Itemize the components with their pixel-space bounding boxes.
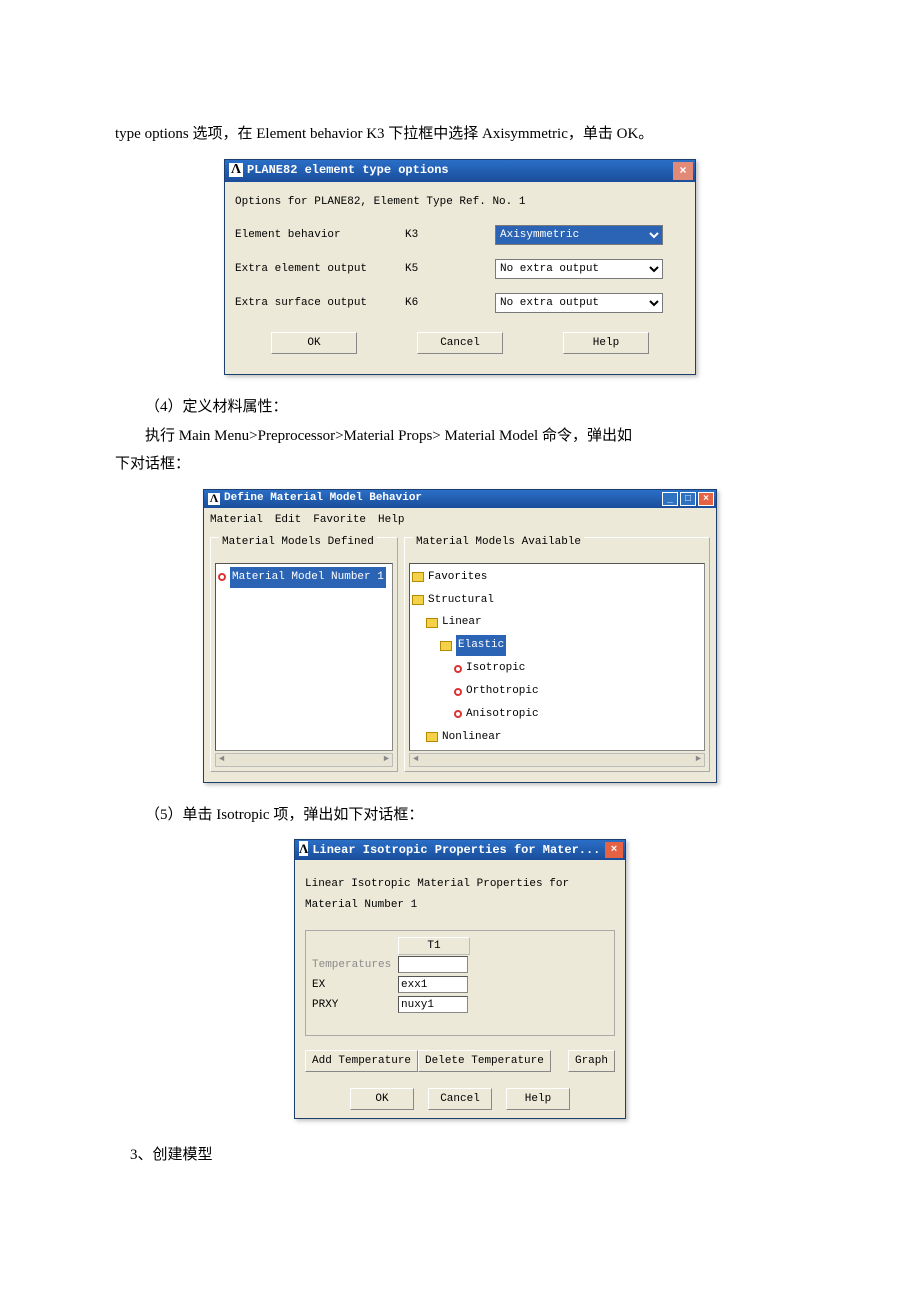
minimize-icon[interactable]: _: [662, 492, 678, 506]
list-defined[interactable]: Material Model Number 1: [215, 563, 393, 751]
close-icon[interactable]: ×: [605, 842, 623, 858]
select-k5[interactable]: No extra output: [495, 259, 663, 279]
add-temperature-button[interactable]: Add Temperature: [305, 1050, 418, 1072]
menu-material[interactable]: Material: [210, 510, 263, 531]
dialog-subtitle: Linear Isotropic Material Properties for…: [305, 874, 615, 916]
dialog-titlebar: Λ Define Material Model Behavior _ □ ×: [204, 490, 716, 508]
dialog-element-type-options: Λ PLANE82 element type options × Options …: [224, 159, 696, 376]
dialog-titlebar: Λ Linear Isotropic Properties for Mater..…: [295, 840, 625, 860]
lambda-icon: Λ: [299, 841, 308, 856]
help-button[interactable]: Help: [563, 332, 649, 354]
ok-button[interactable]: OK: [350, 1088, 414, 1110]
select-k6[interactable]: No extra output: [495, 293, 663, 313]
folder-icon: [412, 572, 424, 582]
lambda-icon: Λ: [208, 493, 220, 505]
property-grid: T1 Temperatures EX PRXY: [305, 930, 615, 1036]
tree-item-structural[interactable]: Structural: [428, 590, 494, 611]
opt-k-k5: K5: [405, 259, 495, 280]
close-icon[interactable]: ×: [673, 162, 693, 180]
node-icon: [218, 573, 226, 581]
opt-label-k3: Element behavior: [235, 225, 405, 246]
dialog-title-text: Define Material Model Behavior: [224, 488, 422, 509]
menu-favorite[interactable]: Favorite: [313, 510, 366, 531]
opt-k-k3: K3: [405, 225, 495, 246]
folder-icon: [440, 641, 452, 651]
panel-header: Material Models Defined: [219, 536, 377, 548]
cancel-button[interactable]: Cancel: [417, 332, 503, 354]
body-text: 3、创建模型: [115, 1141, 805, 1170]
panel-defined: Material Models Defined Material Model N…: [210, 537, 398, 772]
dialog-material-model-behavior: Λ Define Material Model Behavior _ □ × Ma…: [203, 489, 717, 783]
ok-button[interactable]: OK: [271, 332, 357, 354]
body-text: 下对话框：: [115, 450, 805, 479]
input-prxy[interactable]: [398, 996, 468, 1013]
dialog-linear-isotropic: Λ Linear Isotropic Properties for Mater..…: [294, 839, 626, 1119]
scrollbar[interactable]: ◄►: [215, 753, 393, 767]
delete-temperature-button[interactable]: Delete Temperature: [418, 1050, 551, 1072]
opt-label-k5: Extra element output: [235, 259, 405, 280]
node-icon: [454, 665, 462, 673]
select-k3[interactable]: Axisymmetric: [495, 225, 663, 245]
cancel-button[interactable]: Cancel: [428, 1088, 492, 1110]
folder-icon: [426, 618, 438, 628]
node-icon: [454, 688, 462, 696]
col-header-t1: T1: [398, 937, 470, 955]
tree-item-linear[interactable]: Linear: [442, 612, 482, 633]
close-icon[interactable]: ×: [698, 492, 714, 506]
folder-icon: [426, 732, 438, 742]
help-button[interactable]: Help: [506, 1088, 570, 1110]
body-text: type options 选项，在 Element behavior K3 下拉…: [115, 120, 805, 149]
panel-header: Material Models Available: [413, 536, 584, 548]
dialog-subtitle: Options for PLANE82, Element Type Ref. N…: [235, 188, 685, 219]
body-text: （4）定义材料属性：: [115, 393, 805, 422]
dialog-title-text: Linear Isotropic Properties for Mater...: [312, 843, 600, 857]
menu-help[interactable]: Help: [378, 510, 404, 531]
node-icon: [454, 710, 462, 718]
opt-k-k6: K6: [405, 293, 495, 314]
tree-item-orthotropic[interactable]: Orthotropic: [466, 681, 539, 702]
body-text: 执行 Main Menu>Preprocessor>Material Props…: [115, 422, 805, 451]
body-text: （5）单击 Isotropic 项，弹出如下对话框：: [115, 801, 805, 830]
lambda-icon: Λ: [229, 163, 243, 177]
dialog-titlebar: Λ PLANE82 element type options ×: [225, 160, 695, 182]
input-temperatures[interactable]: [398, 956, 468, 973]
folder-icon: [412, 595, 424, 605]
list-item[interactable]: Material Model Number 1: [230, 567, 386, 588]
tree-available[interactable]: Favorites Structural Linear Elastic Isot…: [409, 563, 705, 751]
panel-available: Material Models Available Favorites Stru…: [404, 537, 710, 772]
opt-label-k6: Extra surface output: [235, 293, 405, 314]
input-ex[interactable]: [398, 976, 468, 993]
tree-item-nonlinear[interactable]: Nonlinear: [442, 727, 501, 748]
tree-item-density[interactable]: Density: [438, 750, 484, 751]
tree-item-elastic[interactable]: Elastic: [456, 635, 506, 656]
graph-button[interactable]: Graph: [568, 1050, 615, 1072]
scrollbar[interactable]: ◄►: [409, 753, 705, 767]
tree-item-isotropic[interactable]: Isotropic: [466, 658, 525, 679]
dialog-title-text: PLANE82 element type options: [247, 163, 449, 177]
maximize-icon[interactable]: □: [680, 492, 696, 506]
tree-item-anisotropic[interactable]: Anisotropic: [466, 704, 539, 725]
menu-bar: Material Edit Favorite Help: [204, 508, 716, 533]
tree-item-favorites[interactable]: Favorites: [428, 567, 487, 588]
row-label-ex: EX: [312, 975, 398, 996]
row-label-prxy: PRXY: [312, 995, 398, 1016]
menu-edit[interactable]: Edit: [275, 510, 301, 531]
row-label-temperatures: Temperatures: [312, 955, 398, 976]
